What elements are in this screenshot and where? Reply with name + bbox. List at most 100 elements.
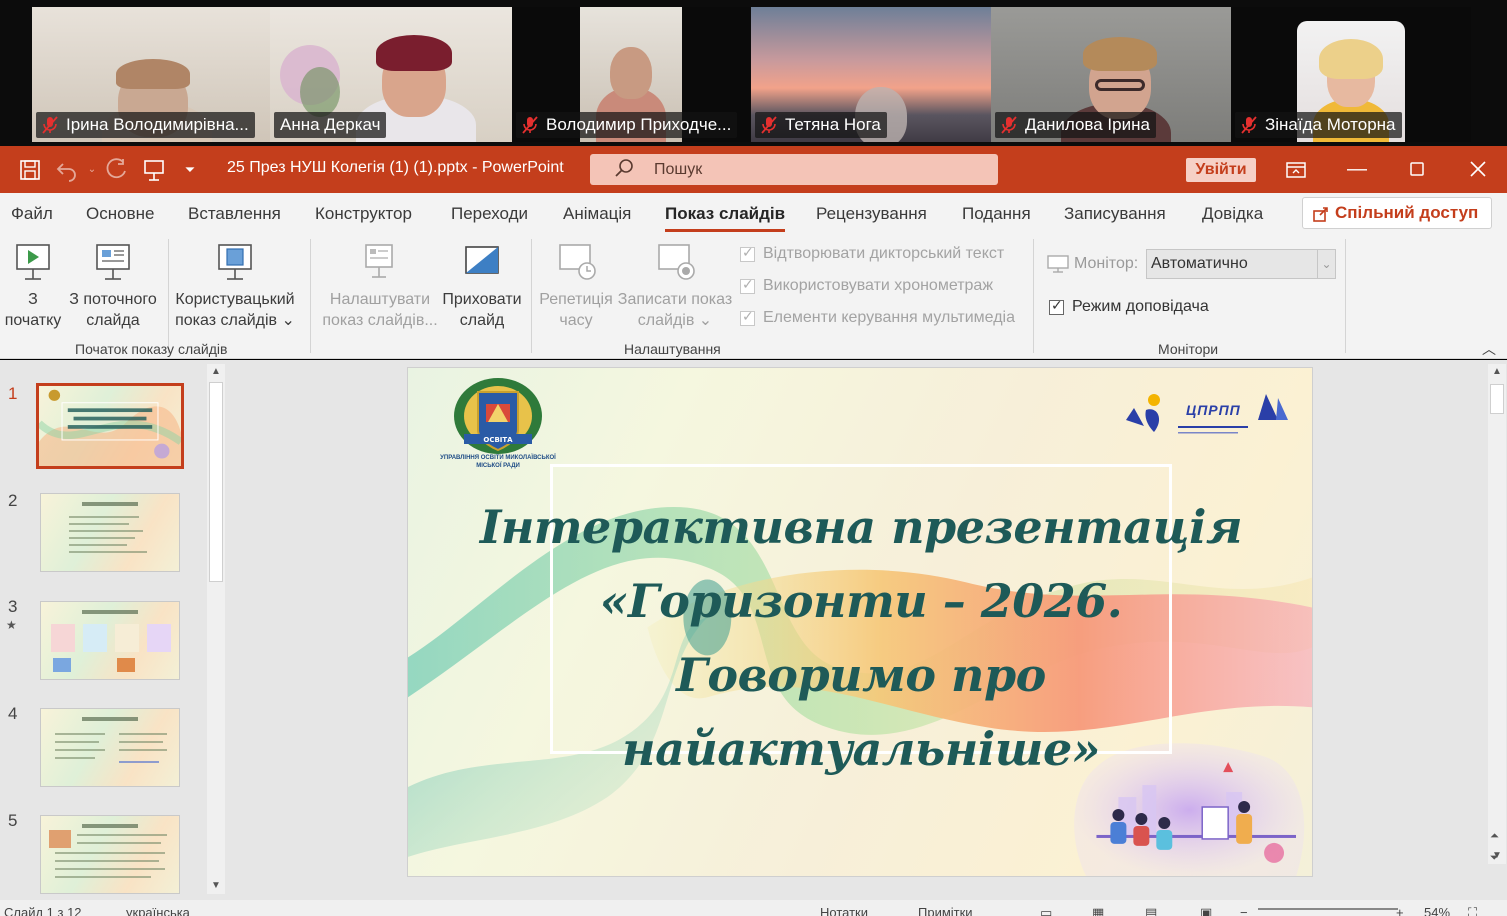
thumbnail-image <box>49 830 71 848</box>
zoom-out-icon[interactable]: − <box>1240 905 1248 916</box>
slide-thumbnail[interactable] <box>40 493 180 572</box>
next-slide-icon[interactable]: ⏷ <box>1490 852 1499 865</box>
thumbnail-line <box>69 530 143 532</box>
thumbnail-line <box>77 834 167 836</box>
slide-canvas[interactable]: ОСВІТА УПРАВЛІННЯ ОСВІТИ МИКОЛАЇВСЬКОЇ М… <box>407 367 1313 877</box>
participant-tile[interactable]: Тетяна Нога <box>751 7 991 142</box>
scrollbar-thumb[interactable] <box>209 382 223 582</box>
search-input[interactable]: Пошук <box>590 154 998 185</box>
from-current-label-1: З поточного <box>69 291 157 308</box>
notes-button[interactable]: Нотатки <box>820 905 868 916</box>
group-label-setup: Налаштування <box>624 341 721 357</box>
participant-tile[interactable]: Володимир Приходче... <box>512 7 750 142</box>
tab-review[interactable]: Рецензування <box>816 204 927 224</box>
rehearse-timings-button[interactable]: Репетиція часу <box>536 239 616 331</box>
thumbnail-line <box>55 852 165 854</box>
play-narrations-checkbox[interactable]: Відтворювати дикторський текст <box>740 244 1004 263</box>
fit-to-window-icon[interactable]: ⛶ <box>1468 905 1477 916</box>
thumbnail-title-bar <box>82 824 138 828</box>
scroll-up-arrow-icon[interactable]: ▲ <box>1488 364 1506 380</box>
use-timings-label: Використовувати хронометраж <box>763 277 994 294</box>
slide-scrollbar[interactable]: ▲ ▼ <box>1488 364 1506 864</box>
zoom-slider[interactable] <box>1258 908 1398 910</box>
presenter-view-checkbox[interactable]: Режим доповідача <box>1049 297 1209 316</box>
participant-name-tag: Анна Деркач <box>274 112 387 138</box>
tab-animations[interactable]: Анімація <box>563 204 631 224</box>
tab-insert[interactable]: Вставлення <box>188 204 281 224</box>
slide-thumbnail[interactable] <box>40 708 180 787</box>
thumbnail-line <box>69 523 129 525</box>
tab-slide-show[interactable]: Показ слайдів <box>665 204 786 232</box>
maximize-window-icon[interactable] <box>1402 154 1432 184</box>
participant-name: Зінаїда Моторна <box>1265 115 1396 134</box>
checkbox-box <box>1049 297 1064 315</box>
zoom-level[interactable]: 54% <box>1424 905 1450 916</box>
hide-slide-button[interactable]: Приховати слайд <box>440 239 524 331</box>
customize-toolbar-chevron-icon[interactable]: ⏷ <box>178 158 202 182</box>
scrollbar-thumb[interactable] <box>1490 384 1504 414</box>
hide-slide-label-2: слайд <box>459 312 505 329</box>
play-from-start-icon <box>16 244 50 280</box>
editing-workspace: 1 2 3 ★ 4 5 ▲ ▼ ОСВІТА УПРАВЛІННЯ ОСВІТИ… <box>0 360 1507 900</box>
close-window-icon[interactable] <box>1463 154 1493 184</box>
tab-help[interactable]: Довідка <box>1202 204 1263 224</box>
comments-button[interactable]: Примітки <box>918 905 973 916</box>
tab-view[interactable]: Подання <box>962 204 1031 224</box>
from-current-slide-button[interactable]: З поточного слайда <box>64 239 162 331</box>
slideshow-view-icon[interactable]: ▣ <box>1200 905 1212 916</box>
thumbnail-line <box>119 741 163 743</box>
share-button[interactable]: Спільний доступ <box>1302 197 1492 229</box>
tab-record[interactable]: Записування <box>1064 204 1166 224</box>
share-icon <box>1313 207 1328 222</box>
show-media-controls-checkbox[interactable]: Елементи керування мультимедіа <box>740 308 1015 327</box>
slide-thumbnail-active[interactable] <box>36 383 184 469</box>
ribbon-display-options-icon[interactable] <box>1284 158 1308 182</box>
tab-home[interactable]: Основне <box>86 204 154 224</box>
reading-view-icon[interactable]: ▤ <box>1145 905 1157 916</box>
set-up-label-1: Налаштувати <box>329 291 431 308</box>
scroll-up-arrow-icon[interactable]: ▲ <box>207 364 225 380</box>
ribbon-tab-bar: Файл Основне Вставлення Конструктор Пере… <box>0 193 1507 233</box>
previous-slide-icon[interactable]: ⏶ <box>1490 830 1499 843</box>
monitor-select[interactable]: Автоматично ⌄ <box>1146 249 1336 279</box>
sign-in-button[interactable]: Увійти <box>1186 158 1256 182</box>
scroll-down-arrow-icon[interactable]: ▼ <box>207 878 225 894</box>
participant-tile[interactable]: Зінаїда Моторна <box>1231 7 1471 142</box>
undo-dropdown-chevron-icon[interactable]: ⌄ <box>80 158 104 182</box>
emblem-caption: УПРАВЛІННЯ ОСВІТИ МИКОЛАЇВСЬКОЇ МІСЬКОЇ … <box>440 455 556 469</box>
redo-icon[interactable] <box>105 158 129 182</box>
participant-tile-active-speaker[interactable]: Анна Деркач <box>270 7 512 142</box>
slide-thumbnail[interactable] <box>40 601 180 680</box>
save-icon[interactable] <box>18 158 42 182</box>
minimize-window-icon[interactable]: — <box>1342 154 1372 184</box>
slide-thumbnail[interactable] <box>40 815 180 894</box>
tab-transitions[interactable]: Переходи <box>451 204 528 224</box>
set-up-show-icon <box>365 244 393 278</box>
normal-view-icon[interactable]: ▭ <box>1040 905 1052 916</box>
from-beginning-label-2: початку <box>4 312 62 329</box>
hide-slide-icon <box>465 246 499 274</box>
tab-design[interactable]: Конструктор <box>315 204 412 224</box>
thumbnail-scrollbar[interactable]: ▲ ▼ <box>207 364 225 894</box>
participant-tile[interactable]: Данилова Ірина <box>991 7 1231 142</box>
checkbox-box <box>740 276 755 294</box>
tab-file[interactable]: Файл <box>11 204 53 224</box>
start-slideshow-quick-icon[interactable] <box>142 158 166 182</box>
thumbnail-line <box>69 544 127 546</box>
use-timings-checkbox[interactable]: Використовувати хронометраж <box>740 276 994 295</box>
group-separator <box>1345 239 1346 353</box>
zoom-in-icon[interactable]: + <box>1396 905 1404 916</box>
participant-name-tag: Зінаїда Моторна <box>1235 112 1402 138</box>
collapse-ribbon-chevron-icon[interactable]: ︿ <box>1482 339 1496 359</box>
city-education-emblem-logo: ОСВІТА <box>454 378 542 454</box>
participant-tile[interactable]: Ірина Володимирівна... <box>32 7 270 142</box>
set-up-slide-show-button[interactable]: Налаштувати показ слайдів... <box>320 239 440 331</box>
language-indicator[interactable]: українська <box>126 905 190 916</box>
thumbnail-card <box>147 624 171 652</box>
undo-icon[interactable] <box>55 158 79 182</box>
from-beginning-button[interactable]: З початку <box>4 239 62 331</box>
record-slide-show-button[interactable]: Записати показ слайдів ⌄ <box>616 239 734 331</box>
custom-slide-show-button[interactable]: Користувацький показ слайдів ⌄ <box>172 239 298 331</box>
slide-title[interactable]: Інтерактивна презентація «Горизонти – 20… <box>448 490 1274 786</box>
slide-sorter-icon[interactable]: ▦ <box>1092 905 1104 916</box>
